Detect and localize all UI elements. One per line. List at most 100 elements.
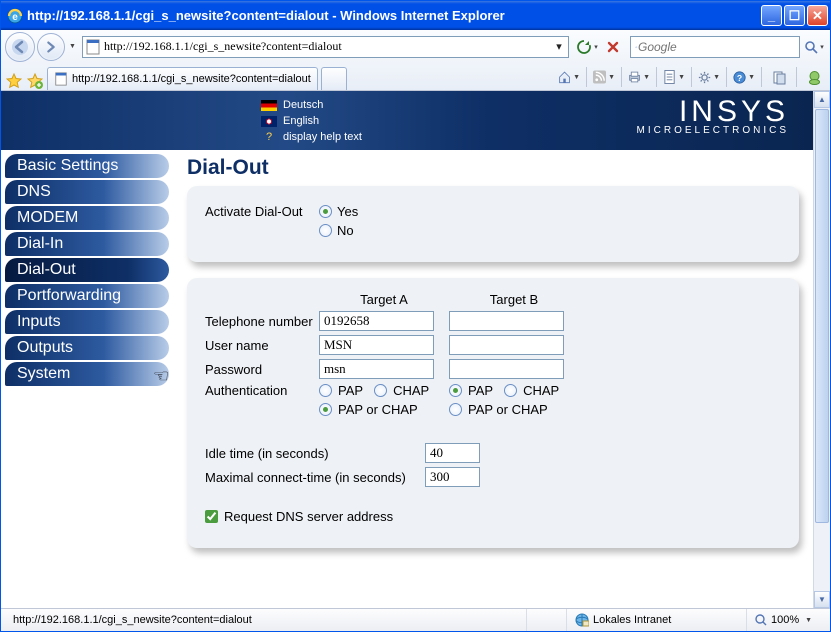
search-box[interactable]: G: [630, 36, 800, 58]
svg-text:e: e: [12, 12, 18, 23]
feeds-button[interactable]: ▼: [592, 66, 616, 88]
scroll-thumb[interactable]: [815, 109, 829, 523]
target-panel: Target A Target B Telephone number User …: [187, 278, 799, 548]
research-button[interactable]: [767, 66, 791, 88]
zoom-icon: [755, 614, 767, 626]
search-input[interactable]: [638, 40, 795, 54]
intranet-icon: [575, 613, 589, 627]
request-dns-label: Request DNS server address: [224, 509, 393, 524]
yes-label: Yes: [337, 204, 358, 219]
zoom-label: 100%: [771, 614, 799, 626]
chap-label: CHAP: [523, 383, 559, 398]
sidebar-item-dial-in[interactable]: Dial-In: [5, 232, 169, 256]
sidebar-item-dns[interactable]: DNS: [5, 180, 169, 204]
address-input[interactable]: [104, 39, 552, 54]
lang-en-link[interactable]: English: [261, 113, 362, 129]
scroll-up-button[interactable]: ▲: [814, 91, 830, 108]
lang-en-label: English: [283, 113, 319, 129]
auth-b-pap-radio[interactable]: [449, 384, 462, 397]
window-title: http://192.168.1.1/cgi_s_newsite?content…: [27, 8, 761, 23]
paporchap-label: PAP or CHAP: [468, 402, 548, 417]
password-b-input[interactable]: [449, 359, 564, 379]
activate-yes-radio[interactable]: [319, 205, 332, 218]
idle-time-input[interactable]: [425, 443, 480, 463]
page-icon: [85, 39, 101, 55]
auth-a-paporchap-radio[interactable]: [319, 403, 332, 416]
sidebar-item-modem[interactable]: MODEM: [5, 206, 169, 230]
print-button[interactable]: ▼: [627, 66, 651, 88]
brand-logo: INSYS MICROELECTRONICS: [637, 95, 789, 136]
sidebar-item-basic-settings[interactable]: Basic Settings: [5, 154, 169, 178]
svg-text:?: ?: [737, 72, 742, 82]
tools-button[interactable]: ▼: [697, 66, 721, 88]
auth-label: Authentication: [205, 383, 319, 398]
help-button[interactable]: ?▼: [732, 66, 756, 88]
sidebar-item-outputs[interactable]: Outputs: [5, 336, 169, 360]
idle-label: Idle time (in seconds): [205, 446, 425, 461]
page-icon: [54, 72, 68, 86]
username-a-input[interactable]: [319, 335, 434, 355]
window-close[interactable]: ✕: [807, 5, 828, 26]
sidebar-item-dial-out[interactable]: Dial-Out: [5, 258, 169, 282]
security-zone: Lokales Intranet: [566, 609, 746, 631]
page-menu-button[interactable]: ▼: [662, 66, 686, 88]
sidebar-item-portforwarding[interactable]: Portforwarding: [5, 284, 169, 308]
zoom-control[interactable]: 100% ▼: [746, 609, 826, 631]
logo-subtext: MICROELECTRONICS: [637, 125, 789, 136]
search-button[interactable]: ▾: [802, 36, 826, 58]
logo-text: INSYS: [637, 95, 789, 129]
activate-no-radio[interactable]: [319, 224, 332, 237]
auth-b-chap-radio[interactable]: [504, 384, 517, 397]
page-title: Dial-Out: [187, 156, 799, 180]
telephone-label: Telephone number: [205, 314, 319, 329]
password-label: Password: [205, 362, 319, 377]
pap-label: PAP: [468, 383, 493, 398]
pap-label: PAP: [338, 383, 363, 398]
nav-history-dropdown[interactable]: ▼: [69, 43, 76, 50]
status-bar: http://192.168.1.1/cgi_s_newsite?content…: [1, 608, 830, 631]
stop-button[interactable]: [601, 36, 625, 58]
favorites-star-icon[interactable]: [5, 72, 23, 90]
scroll-track[interactable]: [814, 524, 830, 591]
maxconn-input[interactable]: [425, 467, 480, 487]
vertical-scrollbar[interactable]: ▲ ▼: [813, 91, 830, 608]
lang-de-link[interactable]: Deutsch: [261, 97, 362, 113]
tab-label: http://192.168.1.1/cgi_s_newsite?content…: [72, 73, 311, 85]
messenger-button[interactable]: [802, 66, 826, 88]
username-b-input[interactable]: [449, 335, 564, 355]
forward-button[interactable]: [37, 33, 65, 61]
telephone-a-input[interactable]: [319, 311, 434, 331]
auth-b-paporchap-radio[interactable]: [449, 403, 462, 416]
site-banner: Deutsch English ?display help text INSYS…: [1, 91, 813, 150]
add-favorite-icon[interactable]: [26, 72, 44, 90]
window-minimize[interactable]: _: [761, 5, 782, 26]
page-content: Deutsch English ?display help text INSYS…: [1, 91, 813, 608]
address-bar[interactable]: ▾: [82, 36, 569, 58]
no-label: No: [337, 223, 354, 238]
target-a-header: Target A: [319, 292, 449, 307]
lang-de-label: Deutsch: [283, 97, 323, 113]
tab-current[interactable]: http://192.168.1.1/cgi_s_newsite?content…: [47, 67, 318, 90]
status-url: http://192.168.1.1/cgi_s_newsite?content…: [5, 609, 526, 631]
display-help-link[interactable]: ?display help text: [261, 129, 362, 145]
sidebar-nav: Basic SettingsDNSMODEMDial-InDial-OutPor…: [5, 150, 169, 564]
home-button[interactable]: ▼: [557, 66, 581, 88]
address-dropdown[interactable]: ▾: [552, 40, 566, 53]
new-tab-button[interactable]: [321, 67, 347, 90]
scroll-down-button[interactable]: ▼: [814, 591, 830, 608]
sidebar-item-inputs[interactable]: Inputs: [5, 310, 169, 334]
help-icon: ?: [261, 129, 277, 145]
username-label: User name: [205, 338, 319, 353]
back-button[interactable]: [5, 32, 35, 62]
window-maximize[interactable]: ☐: [784, 5, 805, 26]
zone-label: Lokales Intranet: [593, 614, 671, 626]
window-titlebar: e http://192.168.1.1/cgi_s_newsite?conte…: [1, 1, 830, 30]
sidebar-item-system[interactable]: System: [5, 362, 169, 386]
telephone-b-input[interactable]: [449, 311, 564, 331]
target-b-header: Target B: [449, 292, 579, 307]
auth-a-chap-radio[interactable]: [374, 384, 387, 397]
auth-a-pap-radio[interactable]: [319, 384, 332, 397]
refresh-button[interactable]: ▾: [575, 36, 599, 58]
request-dns-checkbox[interactable]: [205, 510, 218, 523]
password-a-input[interactable]: [319, 359, 434, 379]
